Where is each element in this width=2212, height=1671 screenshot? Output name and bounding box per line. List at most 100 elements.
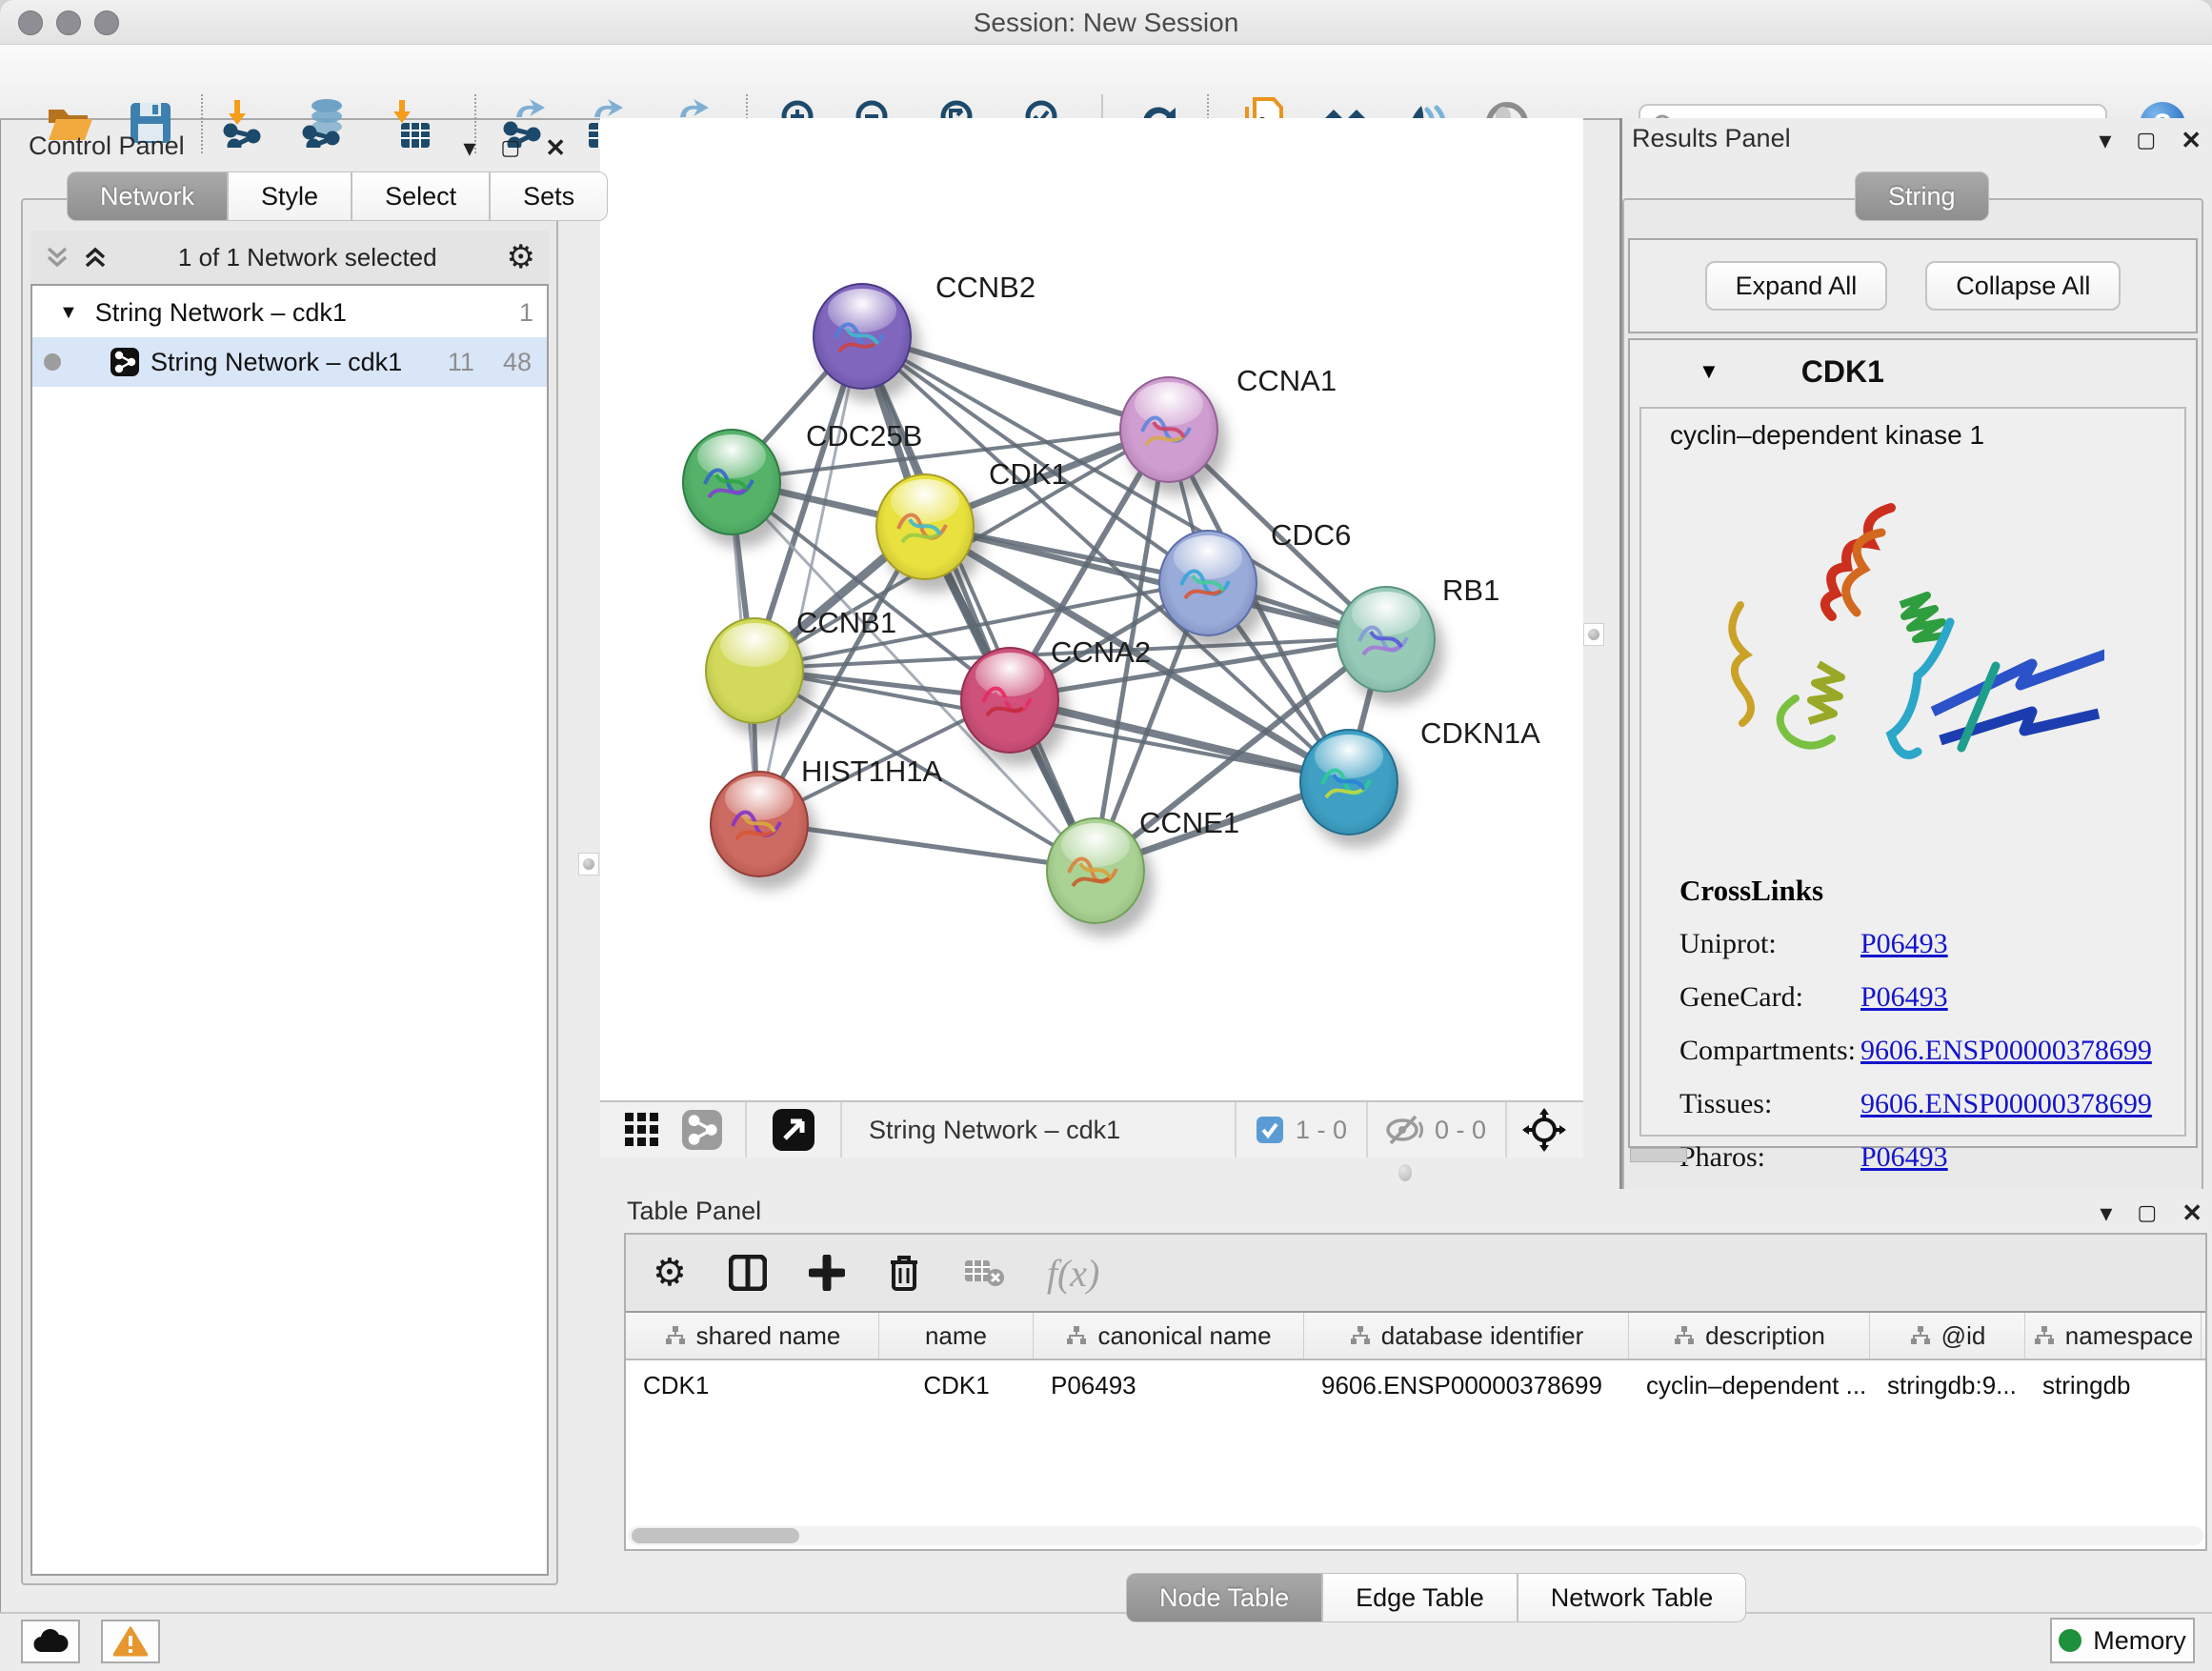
split-columns-icon[interactable] [729, 1255, 767, 1291]
network-view-share-icon[interactable] [682, 1110, 722, 1150]
network-node-ccnb2[interactable] [813, 283, 912, 390]
grid-view-icon[interactable] [623, 1111, 661, 1149]
protein-ribbon-thumbnail [826, 306, 895, 367]
crosslink-label: Compartments: [1679, 1035, 1860, 1067]
table-cell[interactable]: P06493 [1034, 1360, 1304, 1410]
selected-checkbox-icon[interactable] [1256, 1116, 1284, 1144]
column-header-name[interactable]: name [879, 1313, 1034, 1359]
panel-menu-icon[interactable]: ▾ [463, 135, 475, 160]
panel-close-icon[interactable]: ✕ [545, 135, 566, 160]
table-row[interactable]: CDK1CDK1P064939606.ENSP00000378699cyclin… [626, 1360, 2205, 1410]
panel-menu-icon[interactable]: ▾ [2099, 128, 2111, 152]
warning-status-button[interactable] [101, 1620, 160, 1663]
network-node-cdc25b[interactable] [682, 429, 781, 535]
cloud-icon [32, 1629, 69, 1654]
node-table[interactable]: shared namename canonical name database id… [626, 1311, 2205, 1549]
fit-content-crosshair-icon[interactable] [1522, 1108, 1566, 1152]
tab-sets[interactable]: Sets [490, 171, 608, 221]
disclosure-triangle-icon[interactable]: ▼ [59, 302, 78, 324]
column-header-label: description [1705, 1321, 1825, 1351]
panel-float-icon[interactable]: ▢ [2137, 1202, 2157, 1223]
network-node-ccna1[interactable] [1119, 376, 1218, 483]
tab-node-table[interactable]: Node Table [1126, 1573, 1322, 1622]
table-cell[interactable]: stringdb:9... [1870, 1360, 2025, 1410]
splitter-grip[interactable] [578, 853, 599, 876]
tab-network-table[interactable]: Network Table [1518, 1573, 1747, 1622]
protein-structure-image [1704, 462, 2104, 843]
network-node-ccna2[interactable] [960, 647, 1059, 754]
network-row[interactable]: String Network – cdk1 11 48 [32, 337, 547, 387]
status-bar: Memory [0, 1612, 2212, 1671]
column-header-namespace[interactable]: namespace [2025, 1313, 2202, 1359]
warning-icon [113, 1626, 148, 1657]
table-panel-title: Table Panel [627, 1197, 761, 1226]
table-toolbar: ⚙ f(x) [626, 1235, 2205, 1311]
crosslink-link[interactable]: 9606.ENSP00000378699 [1860, 1035, 2152, 1067]
panel-float-icon[interactable]: ▢ [2136, 130, 2156, 151]
protein-ribbon-thumbnail [1350, 609, 1418, 670]
collapse-all-icon[interactable] [44, 243, 70, 272]
network-edge[interactable] [757, 334, 860, 822]
table-cell[interactable]: CDK1 [626, 1360, 879, 1410]
network-node-cdkn1a[interactable] [1299, 729, 1398, 836]
tab-string[interactable]: String [1855, 171, 1989, 221]
add-column-icon[interactable] [809, 1255, 845, 1291]
panel-close-icon[interactable]: ✕ [2181, 128, 2202, 152]
column-header-label: canonical name [1097, 1321, 1271, 1351]
column-header-description[interactable]: description [1629, 1313, 1870, 1359]
function-builder-icon[interactable]: f(x) [1047, 1251, 1100, 1296]
crosslink-link[interactable]: P06493 [1860, 1141, 1948, 1174]
expand-all-icon[interactable] [82, 243, 109, 272]
splitter-grip[interactable] [1398, 1164, 1412, 1181]
table-cell[interactable]: CDK1 [879, 1360, 1034, 1410]
node-label-cdc25b: CDC25B [806, 419, 922, 453]
column-header-canonical-name[interactable]: canonical name [1034, 1313, 1304, 1359]
network-label: String Network – cdk1 [151, 348, 402, 377]
collapse-all-button[interactable]: Collapse All [1925, 261, 2121, 311]
network-collection-row[interactable]: ▼ String Network – cdk1 1 [32, 288, 547, 337]
tab-select[interactable]: Select [352, 171, 490, 221]
crosslink-link[interactable]: 9606.ENSP00000378699 [1860, 1088, 2152, 1120]
splitter-grip[interactable] [1583, 623, 1604, 646]
birds-eye-view-icon[interactable] [772, 1108, 815, 1152]
section-disclosure-icon[interactable]: ▼ [1699, 359, 1719, 384]
memory-button[interactable]: Memory [2050, 1618, 2195, 1663]
table-settings-gear-icon[interactable]: ⚙ [653, 1254, 687, 1292]
table-cell[interactable]: 9606.ENSP00000378699 [1304, 1360, 1629, 1410]
table-cell[interactable]: stringdb [2025, 1360, 2202, 1410]
column-header-id[interactable]: @id [1870, 1313, 2025, 1359]
panel-close-icon[interactable]: ✕ [2182, 1200, 2202, 1225]
crosslink-link[interactable]: P06493 [1860, 981, 1948, 1014]
network-node-hist1h1a[interactable] [710, 771, 809, 877]
horizontal-scrollbar[interactable] [628, 1526, 2203, 1545]
network-node-ccne1[interactable] [1046, 817, 1145, 924]
protein-ribbon-thumbnail [889, 496, 957, 557]
column-header-shared-name[interactable]: shared name [626, 1313, 879, 1359]
scrollbar-thumb[interactable] [632, 1528, 799, 1543]
tab-network[interactable]: Network [67, 171, 228, 221]
network-node-rb1[interactable] [1337, 586, 1436, 693]
gene-section-header[interactable]: ▼ CDK1 [1630, 340, 2196, 403]
hidden-eye-icon[interactable] [1383, 1113, 1425, 1147]
crosslink-link[interactable]: P06493 [1860, 928, 1948, 960]
table-cell[interactable]: cyclin–dependent ... [1629, 1360, 1870, 1410]
network-node-cdk1[interactable] [875, 473, 975, 580]
network-node-ccnb1[interactable] [705, 617, 804, 724]
panel-float-icon[interactable]: ▢ [500, 137, 520, 158]
expand-all-button[interactable]: Expand All [1705, 261, 1888, 311]
tab-edge-table[interactable]: Edge Table [1322, 1573, 1518, 1622]
cloud-status-button[interactable] [21, 1620, 80, 1663]
network-canvas[interactable]: CCNB2CCNA1CDC25BCDK1CDC6RB1CCNB1CCNA2CDK… [600, 118, 1583, 1100]
node-label-hist1h1a: HIST1H1A [801, 755, 942, 789]
table-container: ⚙ f(x) [624, 1233, 2207, 1551]
network-status-dot-icon [44, 353, 61, 371]
collection-label: String Network – cdk1 [95, 298, 347, 328]
gear-icon[interactable]: ⚙ [507, 241, 535, 273]
delete-column-trash-icon[interactable] [887, 1253, 921, 1293]
tab-style[interactable]: Style [228, 171, 352, 221]
panel-menu-icon[interactable]: ▾ [2100, 1200, 2112, 1225]
clear-table-icon[interactable] [963, 1257, 1005, 1289]
network-node-cdc6[interactable] [1158, 530, 1257, 636]
column-header-database-identifier[interactable]: database identifier [1304, 1313, 1629, 1359]
current-network-name: String Network – cdk1 [869, 1116, 1120, 1145]
